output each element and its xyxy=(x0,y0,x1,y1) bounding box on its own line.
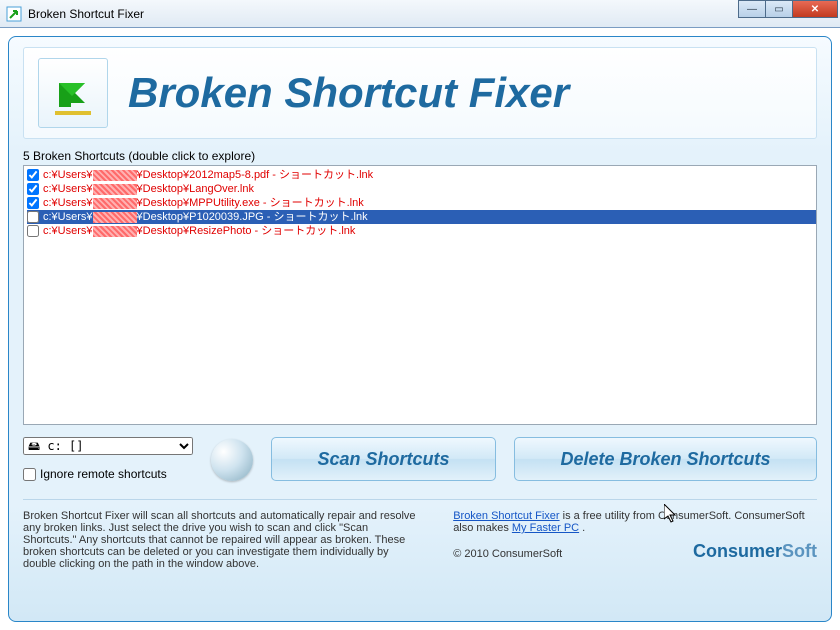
status-orb-icon xyxy=(211,439,253,481)
my-faster-pc-link[interactable]: My Faster PC xyxy=(512,522,579,534)
list-item-checkbox[interactable] xyxy=(27,225,39,237)
list-item-checkbox[interactable] xyxy=(27,169,39,181)
redacted-icon xyxy=(93,198,137,209)
divider xyxy=(23,499,817,500)
footer-attribution: Broken Shortcut Fixer is a free utility … xyxy=(453,510,805,534)
maximize-button[interactable]: ▭ xyxy=(765,0,793,18)
list-item[interactable]: c:¥Users¥¥Desktop¥P1020039.JPG - ショートカット… xyxy=(27,210,816,224)
list-item-path: c:¥Users¥¥Desktop¥ResizePhoto - ショートカット.… xyxy=(43,224,355,238)
list-item[interactable]: c:¥Users¥¥Desktop¥2012map5-8.pdf - ショートカ… xyxy=(27,168,816,182)
footer-right: Broken Shortcut Fixer is a free utility … xyxy=(453,510,817,560)
app-title: Broken Shortcut Fixer xyxy=(128,69,569,117)
delete-broken-shortcuts-button[interactable]: Delete Broken Shortcuts xyxy=(514,437,817,481)
controls-row: 🖴 c: [] Ignore remote shortcuts Scan Sho… xyxy=(23,437,817,481)
consumersoft-logo: ConsumerSoft xyxy=(693,541,817,562)
window-title: Broken Shortcut Fixer xyxy=(28,7,144,21)
redacted-icon xyxy=(93,170,137,181)
list-item-path: c:¥Users¥¥Desktop¥LangOver.lnk xyxy=(43,182,254,196)
window-controls: — ▭ ✕ xyxy=(739,0,838,18)
scan-shortcuts-button[interactable]: Scan Shortcuts xyxy=(271,437,496,481)
list-item-path: c:¥Users¥¥Desktop¥2012map5-8.pdf - ショートカ… xyxy=(43,168,373,182)
titlebar: Broken Shortcut Fixer — ▭ ✕ xyxy=(0,0,840,28)
footer: Broken Shortcut Fixer will scan all shor… xyxy=(23,510,817,570)
drive-column: 🖴 c: [] Ignore remote shortcuts xyxy=(23,437,193,481)
drive-select[interactable]: 🖴 c: [] xyxy=(23,437,193,455)
main-frame: Broken Shortcut Fixer 5 Broken Shortcuts… xyxy=(8,36,832,622)
redacted-icon xyxy=(93,212,137,223)
shortcut-list[interactable]: c:¥Users¥¥Desktop¥2012map5-8.pdf - ショートカ… xyxy=(23,165,817,425)
list-header: 5 Broken Shortcuts (double click to expl… xyxy=(23,149,817,163)
list-item[interactable]: c:¥Users¥¥Desktop¥ResizePhoto - ショートカット.… xyxy=(27,224,816,238)
minimize-button[interactable]: — xyxy=(738,0,766,18)
list-item[interactable]: c:¥Users¥¥Desktop¥LangOver.lnk xyxy=(27,182,816,196)
redacted-icon xyxy=(93,226,137,237)
footer-description: Broken Shortcut Fixer will scan all shor… xyxy=(23,510,423,570)
list-item-checkbox[interactable] xyxy=(27,183,39,195)
app-banner: Broken Shortcut Fixer xyxy=(23,47,817,139)
list-item[interactable]: c:¥Users¥¥Desktop¥MPPUtility.exe - ショートカ… xyxy=(27,196,816,210)
list-item-path: c:¥Users¥¥Desktop¥MPPUtility.exe - ショートカ… xyxy=(43,196,364,210)
app-icon xyxy=(6,6,22,22)
app-logo-icon xyxy=(38,58,108,128)
ignore-remote-label[interactable]: Ignore remote shortcuts xyxy=(23,467,193,481)
ignore-remote-text: Ignore remote shortcuts xyxy=(40,467,167,481)
redacted-icon xyxy=(93,184,137,195)
list-item-path: c:¥Users¥¥Desktop¥P1020039.JPG - ショートカット… xyxy=(43,210,368,224)
list-item-checkbox[interactable] xyxy=(27,211,39,223)
ignore-remote-checkbox[interactable] xyxy=(23,468,36,481)
product-link[interactable]: Broken Shortcut Fixer xyxy=(453,510,559,522)
close-button[interactable]: ✕ xyxy=(792,0,838,18)
list-item-checkbox[interactable] xyxy=(27,197,39,209)
